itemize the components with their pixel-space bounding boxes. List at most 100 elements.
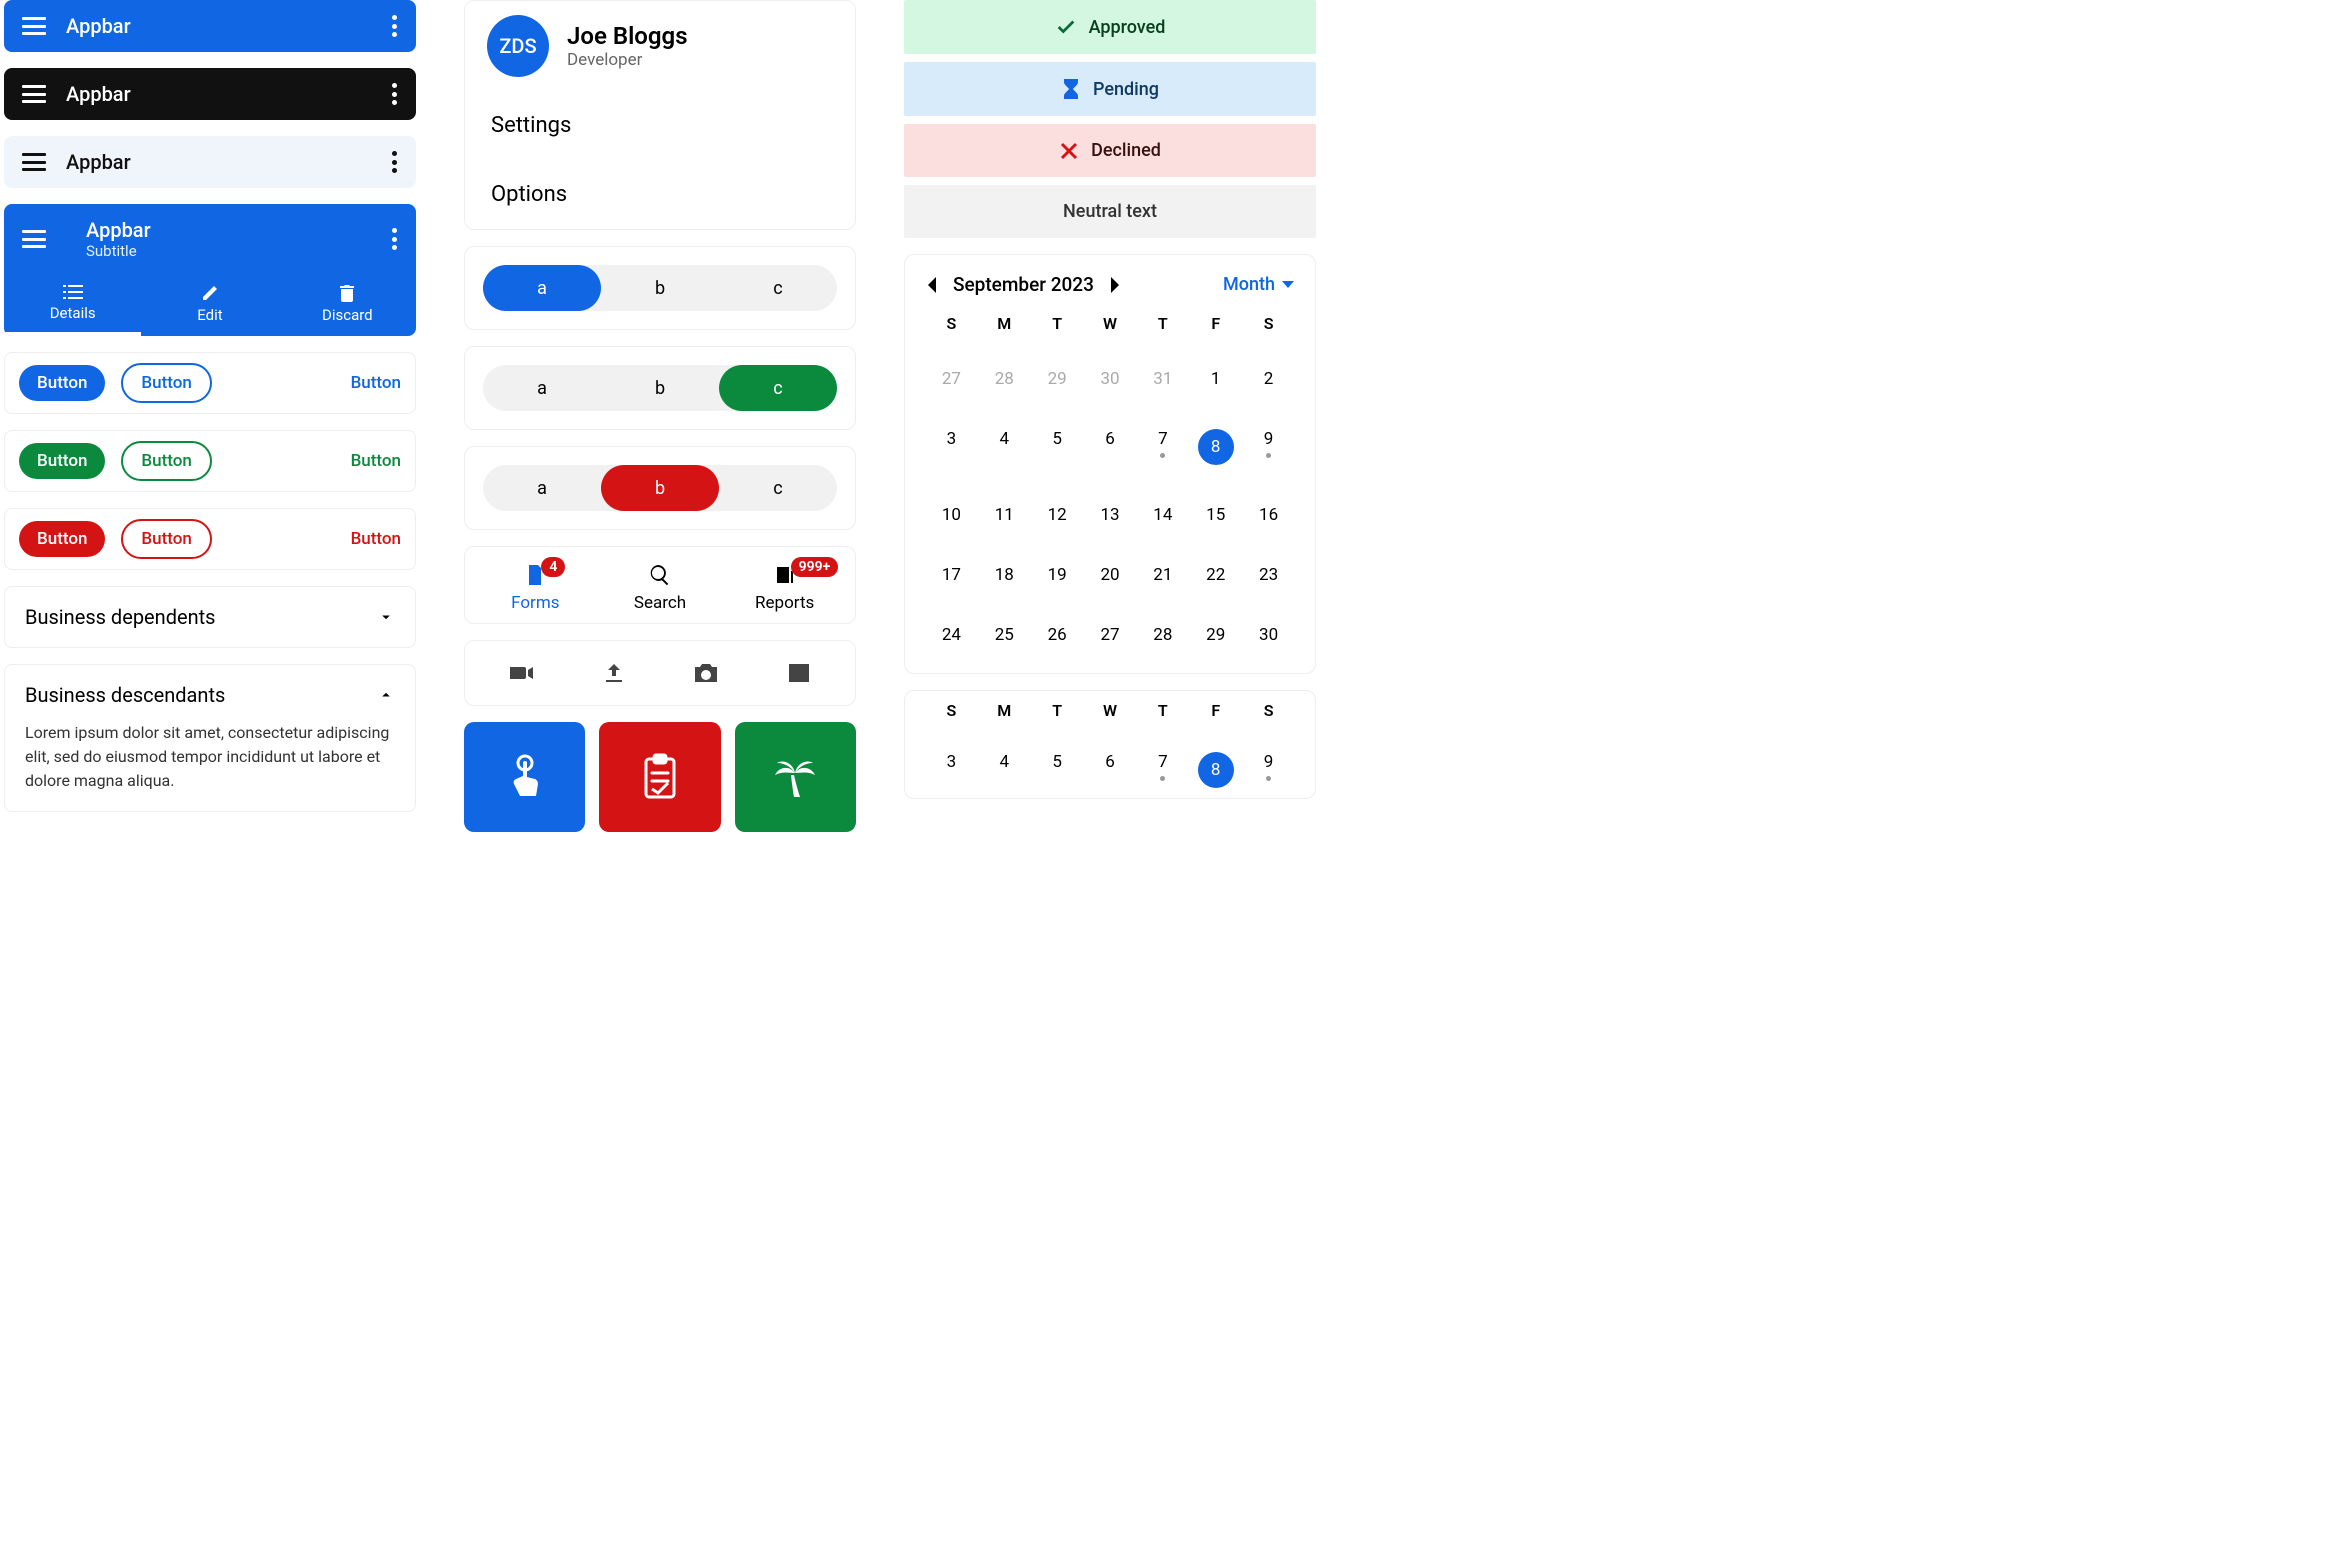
calendar-day[interactable]: 1	[1189, 359, 1242, 399]
view-mode-dropdown[interactable]: Month	[1223, 274, 1295, 295]
calendar-day[interactable]: 6	[1084, 419, 1137, 475]
calendar-day[interactable]: 9	[1242, 742, 1295, 798]
menu-icon[interactable]	[22, 17, 46, 35]
next-month-button[interactable]	[1108, 275, 1122, 295]
menu-icon[interactable]	[22, 85, 46, 103]
segment-c[interactable]: c	[719, 265, 837, 311]
segment-c[interactable]: c	[719, 365, 837, 411]
profile-name: Joe Bloggs	[567, 22, 688, 50]
calendar-day[interactable]: 3	[925, 419, 978, 475]
button-filled[interactable]: Button	[19, 521, 105, 557]
more-icon[interactable]	[392, 151, 398, 173]
calendar-day[interactable]: 16	[1242, 495, 1295, 535]
calendar-day[interactable]: 23	[1242, 555, 1295, 595]
calendar-day[interactable]: 22	[1189, 555, 1242, 595]
calendar-day[interactable]: 5	[1031, 419, 1084, 475]
calendar-day[interactable]: 27	[925, 359, 978, 399]
calendar-day[interactable]: 29	[1031, 359, 1084, 399]
appbar-primary: Appbar	[4, 0, 416, 52]
day-header: F	[1189, 314, 1242, 339]
calendar-day[interactable]: 30	[1084, 359, 1137, 399]
tile-clipboard[interactable]	[599, 722, 720, 832]
button-outline[interactable]: Button	[121, 519, 211, 559]
video-icon[interactable]	[475, 661, 568, 685]
calendar-day[interactable]: 25	[978, 615, 1031, 655]
menu-icon[interactable]	[22, 230, 46, 248]
calendar-day[interactable]: 30	[1242, 615, 1295, 655]
tile-touch[interactable]	[464, 722, 585, 832]
appbar-with-tabs: Appbar Subtitle Details Edit Discard	[4, 204, 416, 336]
segment-b[interactable]: b	[601, 365, 719, 411]
calendar-day[interactable]: 4	[978, 742, 1031, 798]
menu-icon[interactable]	[22, 153, 46, 171]
calendar-day[interactable]: 27	[1084, 615, 1137, 655]
button-filled[interactable]: Button	[19, 365, 105, 401]
day-header: S	[1242, 701, 1295, 726]
nav-reports[interactable]: 999+ Reports	[722, 563, 847, 613]
banner-pending: Pending	[904, 62, 1316, 116]
more-icon[interactable]	[392, 228, 398, 250]
calendar-day[interactable]: 12	[1031, 495, 1084, 535]
more-icon[interactable]	[392, 83, 398, 105]
upload-icon[interactable]	[568, 661, 661, 685]
segment-a[interactable]: a	[483, 465, 601, 511]
nav-forms[interactable]: 4 Forms	[473, 563, 598, 613]
calendar-day[interactable]: 5	[1031, 742, 1084, 798]
button-outline[interactable]: Button	[121, 441, 211, 481]
nav-search[interactable]: Search	[598, 563, 723, 613]
chevron-down-icon	[377, 608, 395, 626]
segment-a[interactable]: a	[483, 365, 601, 411]
calendar-day[interactable]: 24	[925, 615, 978, 655]
accordion-collapsed[interactable]: Business dependents	[4, 586, 416, 648]
button-outline[interactable]: Button	[121, 363, 211, 403]
button-text[interactable]: Button	[351, 529, 401, 549]
segment-c[interactable]: c	[719, 465, 837, 511]
appbar-dark: Appbar	[4, 68, 416, 120]
calendar-day[interactable]: 28	[1136, 615, 1189, 655]
calendar-day[interactable]: 28	[978, 359, 1031, 399]
calendar-day[interactable]: 10	[925, 495, 978, 535]
list-item-settings[interactable]: Settings	[465, 91, 855, 160]
calendar-day[interactable]: 9	[1242, 419, 1295, 475]
button-text[interactable]: Button	[351, 373, 401, 393]
calendar-day[interactable]: 8	[1189, 742, 1242, 798]
segment-a[interactable]: a	[483, 265, 601, 311]
calendar-day[interactable]: 11	[978, 495, 1031, 535]
calendar-day[interactable]: 7	[1136, 742, 1189, 798]
image-icon[interactable]	[753, 661, 846, 685]
calendar-day[interactable]: 14	[1136, 495, 1189, 535]
day-header: W	[1084, 701, 1137, 726]
calendar-day[interactable]: 19	[1031, 555, 1084, 595]
accordion-body: Lorem ipsum dolor sit amet, consectetur …	[25, 721, 395, 793]
calendar-day[interactable]: 20	[1084, 555, 1137, 595]
calendar-day[interactable]: 7	[1136, 419, 1189, 475]
banner-declined: Declined	[904, 124, 1316, 177]
calendar-day[interactable]: 26	[1031, 615, 1084, 655]
tile-row	[464, 722, 856, 832]
segment-b[interactable]: b	[601, 265, 719, 311]
more-icon[interactable]	[392, 15, 398, 37]
button-text[interactable]: Button	[351, 451, 401, 471]
calendar-day[interactable]: 3	[925, 742, 978, 798]
button-filled[interactable]: Button	[19, 443, 105, 479]
calendar-day[interactable]: 15	[1189, 495, 1242, 535]
calendar-day[interactable]: 2	[1242, 359, 1295, 399]
list-item-options[interactable]: Options	[465, 160, 855, 229]
calendar-day[interactable]: 18	[978, 555, 1031, 595]
calendar-day[interactable]: 17	[925, 555, 978, 595]
tab-details[interactable]: Details	[4, 274, 141, 336]
tile-palm[interactable]	[735, 722, 856, 832]
calendar-day[interactable]: 4	[978, 419, 1031, 475]
calendar-day[interactable]: 29	[1189, 615, 1242, 655]
calendar-day[interactable]: 31	[1136, 359, 1189, 399]
calendar-day[interactable]: 21	[1136, 555, 1189, 595]
accordion-expanded[interactable]: Business descendants Lorem ipsum dolor s…	[4, 664, 416, 812]
segment-b[interactable]: b	[601, 465, 719, 511]
prev-month-button[interactable]	[925, 275, 939, 295]
calendar-day[interactable]: 13	[1084, 495, 1137, 535]
tab-discard[interactable]: Discard	[279, 274, 416, 336]
calendar-day[interactable]: 8	[1189, 419, 1242, 475]
camera-icon[interactable]	[660, 661, 753, 685]
tab-edit[interactable]: Edit	[141, 274, 278, 336]
calendar-day[interactable]: 6	[1084, 742, 1137, 798]
